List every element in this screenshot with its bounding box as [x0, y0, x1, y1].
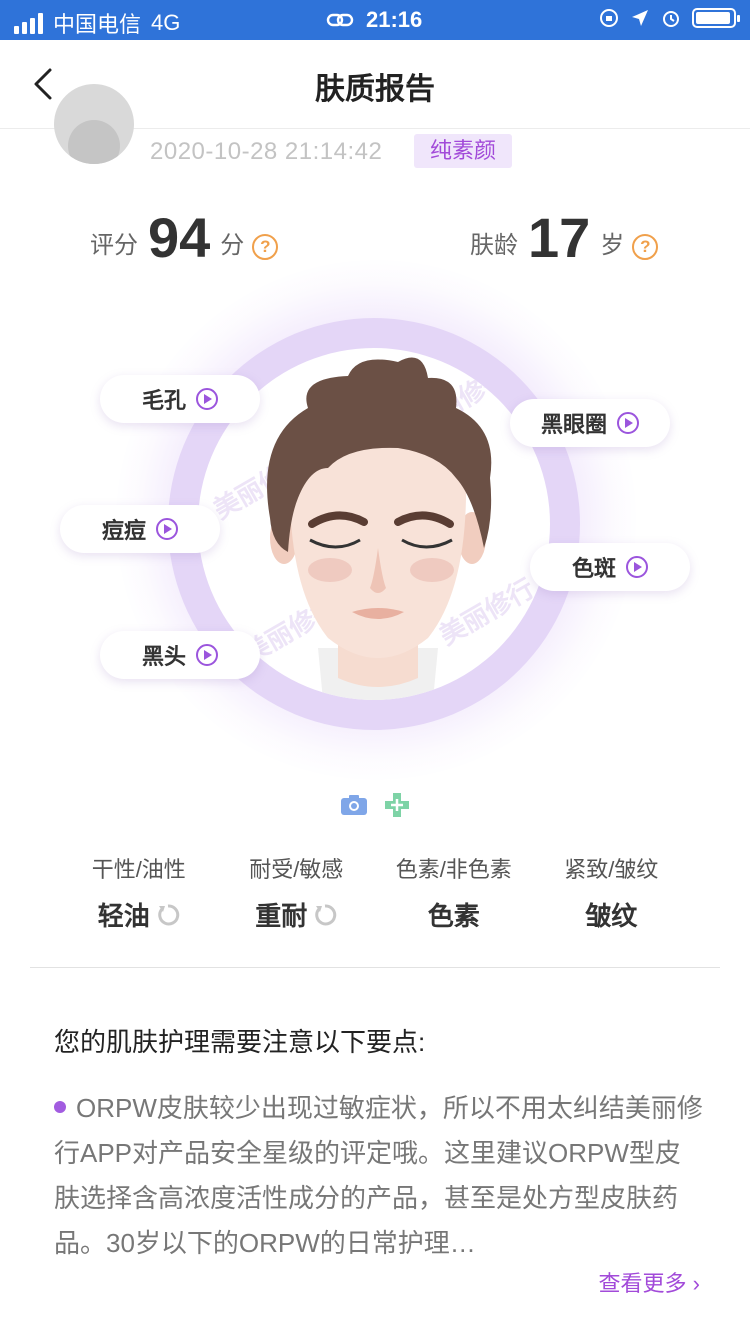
attr-value: 皱纹 — [585, 901, 638, 931]
clock: 21:16 — [366, 7, 423, 32]
dark-circles-tag[interactable]: 黑眼圈 — [510, 399, 670, 447]
alarm-icon — [663, 11, 679, 27]
score-block: 评分 94 分 ? — [90, 206, 279, 269]
report-datetime: 2020-10-28 21:14:42 — [150, 138, 383, 165]
attr-label: 耐受/敏感 — [249, 857, 344, 882]
attr-value: 色素 — [427, 901, 480, 931]
acne-label: 痘痘 — [101, 518, 146, 543]
blackheads-label: 黑头 — [141, 644, 186, 669]
attr-pigment: 色素/非色素 色素 — [375, 852, 533, 933]
see-more-link[interactable]: 查看更多 › — [599, 1266, 700, 1298]
attr-value-row: 色素 — [375, 896, 533, 933]
location-icon — [632, 10, 648, 26]
rotation-lock-icon — [600, 9, 618, 27]
attr-value-row: 皱纹 — [533, 896, 691, 933]
makeup-tag: 纯素颜 — [414, 134, 512, 168]
play-icon — [626, 556, 648, 578]
divider — [30, 967, 720, 968]
play-icon — [617, 412, 639, 434]
avatar — [54, 84, 134, 164]
status-right — [598, 7, 740, 29]
refresh-icon[interactable] — [313, 903, 337, 927]
attr-sensitive: 耐受/敏感 重耐 — [218, 852, 376, 933]
attr-oily: 干性/油性 轻油 — [60, 852, 218, 933]
attr-value-row: 轻油 — [60, 896, 218, 933]
skin-age-block: 肤龄 17 岁 ? — [470, 206, 659, 269]
signal-icon — [14, 12, 43, 34]
care-text-block: ORPW皮肤较少出现过敏症状，所以不用太纠结美丽修行APP对产品安全星级的评定哦… — [54, 1086, 704, 1266]
skin-age-unit: 岁 — [600, 232, 625, 259]
blackheads-tag[interactable]: 黑头 — [100, 631, 260, 679]
score-label: 评分 — [90, 232, 138, 259]
score-help-icon[interactable]: ? — [252, 234, 279, 260]
attr-wrinkle: 紧致/皱纹 皱纹 — [533, 852, 691, 933]
carrier-label: 中国电信 — [53, 12, 142, 37]
battery-icon — [692, 8, 740, 28]
attr-value-row: 重耐 — [218, 896, 376, 933]
spots-tag[interactable]: 色斑 — [530, 543, 690, 591]
skin-age-help-icon[interactable]: ? — [632, 234, 659, 260]
care-text: ORPW皮肤较少出现过敏症状，所以不用太纠结美丽修行APP对产品安全星级的评定哦… — [54, 1093, 703, 1258]
status-bar: 中国电信 4G 21:16 — [0, 0, 750, 40]
skin-attributes: 干性/油性 轻油 耐受/敏感 重耐 色素/非色素 色素 紧致/皱纹 皱纹 — [60, 852, 690, 933]
pores-label: 毛孔 — [141, 388, 186, 413]
attr-value: 轻油 — [97, 901, 150, 931]
refresh-icon[interactable] — [156, 903, 180, 927]
attr-label: 色素/非色素 — [395, 857, 512, 882]
status-center: 21:16 — [326, 7, 422, 33]
score-unit: 分 — [220, 232, 245, 259]
spots-label: 色斑 — [571, 556, 616, 581]
camera-icon[interactable] — [340, 794, 368, 816]
bullet-dot — [54, 1101, 66, 1113]
pores-tag[interactable]: 毛孔 — [100, 375, 260, 423]
network-label: 4G — [151, 10, 181, 35]
link-icon — [326, 13, 354, 27]
dark-circles-label: 黑眼圈 — [540, 412, 607, 437]
status-left: 中国电信 4G — [14, 7, 180, 39]
attr-label: 干性/油性 — [91, 857, 186, 882]
skin-age-label: 肤龄 — [470, 232, 518, 259]
care-title: 您的肌肤护理需要注意以下要点: — [54, 1027, 426, 1057]
skin-age-value: 17 — [528, 206, 591, 269]
play-icon — [156, 518, 178, 540]
attr-value: 重耐 — [255, 901, 308, 931]
play-icon — [196, 388, 218, 410]
add-icon[interactable] — [384, 792, 410, 818]
acne-tag[interactable]: 痘痘 — [60, 505, 220, 553]
attr-label: 紧致/皱纹 — [564, 857, 659, 882]
play-icon — [196, 644, 218, 666]
score-value: 94 — [148, 206, 211, 269]
